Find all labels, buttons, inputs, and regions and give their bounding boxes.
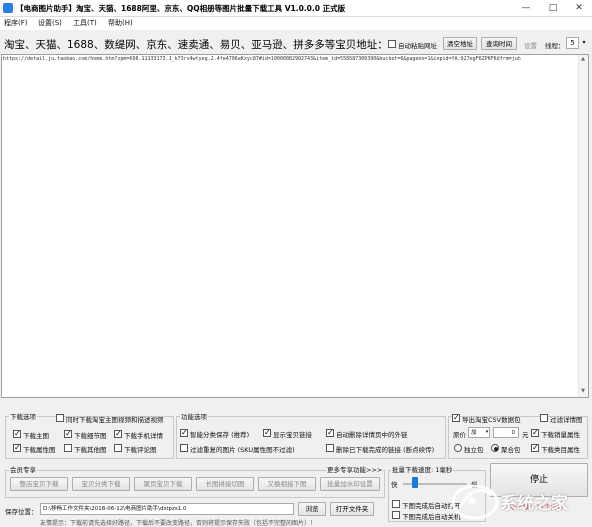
category-download-button[interactable]: 宝贝分类下载	[72, 477, 130, 491]
simultaneous-video-label: 同时下载淘宝主图视频和描述视频	[66, 416, 164, 424]
show-links-label: 显示宝贝链接	[273, 431, 312, 439]
download-options-title: 下载选项	[9, 411, 37, 421]
whole-shop-download-button[interactable]: 整店宝贝下载	[10, 477, 68, 491]
comment-img-checkbox[interactable]	[114, 444, 122, 452]
price-value-input[interactable]: 0	[493, 427, 519, 438]
settings-label: 设置	[524, 42, 537, 50]
save-location-label: 保存位置：	[5, 508, 38, 516]
main-img-checkbox[interactable]	[13, 429, 21, 439]
member-title: 会员专享	[9, 464, 37, 474]
dl-sales-label: 下载销量属性	[541, 431, 580, 439]
dl-category-label: 下载类目属性	[541, 446, 580, 454]
threads-spinner-icon[interactable]: ▾	[580, 37, 588, 49]
filter-detail-label: 过滤详情图	[550, 416, 583, 424]
merged-label: 聚合包	[501, 446, 521, 454]
browse-button[interactable]: 浏览	[298, 502, 326, 516]
standalone-label: 独立包	[464, 446, 484, 454]
price-label: 原价	[453, 431, 466, 439]
filter-duplicate-checkbox[interactable]	[180, 444, 188, 452]
other-img-checkbox[interactable]	[64, 444, 72, 452]
image-swap-button[interactable]: 又换相接下图	[258, 477, 316, 491]
filter-detail-checkbox[interactable]	[540, 414, 548, 422]
detail-img-checkbox[interactable]	[64, 429, 72, 439]
more-functions-link[interactable]: 更多专享功能>>>	[326, 464, 384, 474]
export-csv-label: 导出淘宝CSV数据包	[462, 416, 521, 424]
auto-open-checkbox[interactable]	[392, 500, 400, 508]
vertical-scrollbar[interactable]	[578, 55, 588, 397]
standalone-radio[interactable]	[454, 444, 462, 452]
simultaneous-video-checkbox[interactable]	[56, 414, 64, 422]
delete-done-checkbox[interactable]	[326, 444, 334, 452]
menu-program[interactable]: 程序(F)	[4, 18, 28, 28]
url-textarea[interactable]	[1, 54, 589, 398]
window-title: 【电商图片助手】淘宝、天猫、1688阿里、京东、QQ相册等图片批量下载工具 V1…	[16, 4, 346, 13]
show-links-checkbox[interactable]	[263, 428, 271, 438]
scroll-up-icon[interactable]: ▲	[579, 56, 587, 64]
query-time-button[interactable]: 查询时间	[481, 37, 517, 50]
batch-watermark-button[interactable]: 批量加水印设置	[320, 477, 380, 491]
speed-fast-label: 快	[391, 481, 398, 489]
threads-input[interactable]: 5	[566, 37, 579, 49]
detail-img-label: 下载细节图	[74, 432, 107, 440]
merged-radio[interactable]	[491, 444, 499, 452]
auto-delete-checkbox[interactable]	[326, 428, 334, 438]
auto-delete-label: 自动删除详情页中的外链	[336, 431, 408, 439]
auto-paste-label: 自动粘贴网址	[398, 42, 437, 50]
speed-slider-thumb[interactable]	[411, 477, 418, 488]
speed-title: 批量下载速度: 1毫秒	[391, 464, 454, 474]
app-icon	[3, 3, 13, 13]
close-button[interactable]: ✕	[566, 0, 592, 16]
main-img-label: 下载主图	[23, 432, 49, 440]
long-image-stitch-button[interactable]: 长图拼接切图	[196, 477, 254, 491]
dl-sales-checkbox[interactable]	[531, 428, 539, 438]
filter-duplicate-label: 过滤重复的图片 (SKU属性图不过滤)	[190, 446, 295, 454]
threads-label: 线程：	[545, 42, 565, 50]
dl-category-checkbox[interactable]	[531, 443, 539, 453]
comment-img-label: 下载评论图	[124, 446, 157, 454]
menu-settings[interactable]: 设置(S)	[38, 18, 62, 28]
watermark-logo: 系统之家	[420, 477, 590, 523]
smart-save-label: 智能分类保存 (推荐)	[190, 431, 250, 439]
other-img-label: 下载其他图	[74, 446, 107, 454]
function-options-title: 功能选项	[180, 411, 208, 421]
url-text: https://detail.ju.taobao.com/home.htm?sp…	[3, 56, 521, 62]
delete-done-label: 删除已下载完成的链接 (断点续传)	[336, 446, 435, 454]
auto-paste-checkbox[interactable]	[388, 40, 396, 48]
menu-tools[interactable]: 工具(T)	[73, 18, 97, 28]
smart-save-checkbox[interactable]	[180, 428, 188, 438]
price-unit-label: 元	[522, 431, 529, 439]
auto-shutdown-checkbox[interactable]	[392, 511, 400, 519]
mobile-detail-label: 下载手机详情	[124, 432, 163, 440]
export-csv-checkbox[interactable]	[452, 413, 460, 423]
page-download-button[interactable]: 聚页宝贝下载	[134, 477, 192, 491]
maximize-button[interactable]: □	[540, 0, 566, 16]
url-label: 淘宝、天猫、1688、数缇网、京东、速卖通、易贝、亚马逊、拼多多等宝贝地址：	[4, 39, 388, 51]
save-path-input[interactable]: D:\移畅工作文件夹\2018-06-12\电商图片助手\dstpzs1.0	[40, 503, 294, 515]
open-folder-button[interactable]: 打开文件夹	[330, 502, 374, 516]
price-op-dropdown-icon[interactable]: ▾	[484, 427, 490, 438]
menu-help[interactable]: 帮助(H)	[108, 18, 133, 28]
clear-url-button[interactable]: 清空地址	[443, 37, 477, 50]
scroll-down-icon[interactable]: ▼	[579, 388, 587, 396]
attr-img-checkbox[interactable]	[13, 443, 21, 453]
minimize-button[interactable]: —	[513, 0, 539, 16]
attr-img-label: 下载属性图	[23, 446, 56, 454]
watermark-text: 系统之家	[500, 494, 568, 514]
mobile-detail-checkbox[interactable]	[114, 429, 122, 439]
